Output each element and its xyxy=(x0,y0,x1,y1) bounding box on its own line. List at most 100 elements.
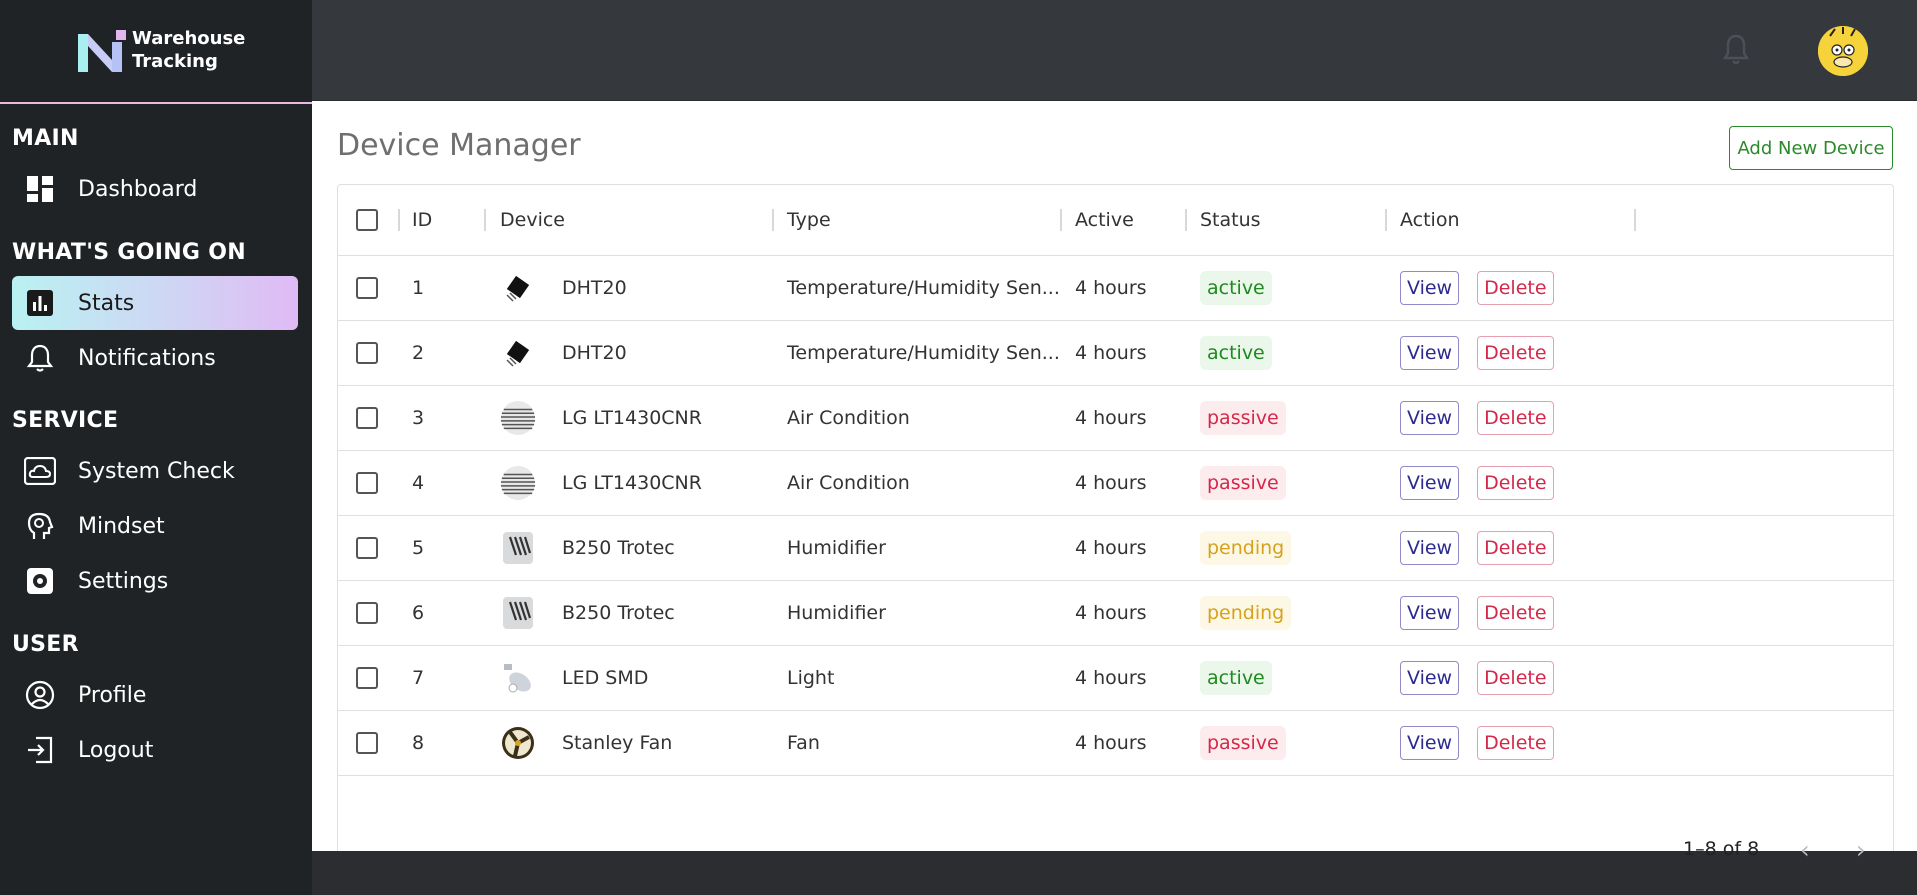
sidebar: Warehouse Tracking MAIN Dashboard WHAT'S… xyxy=(0,0,312,895)
cell-action: View Delete xyxy=(1400,450,1554,515)
row-checkbox[interactable] xyxy=(356,341,378,364)
main-content: Device Manager Add New Device ID Device … xyxy=(312,101,1917,884)
cell-type: Humidifier xyxy=(787,536,886,559)
table-row[interactable]: 1 DHT20 Temperature/Humidity Sen... 4 ho… xyxy=(338,255,1893,321)
table-row[interactable]: 4 LG LT1430CNR Air Condition 4 hours pas… xyxy=(338,450,1893,516)
chevron-left-icon[interactable]: ‹ xyxy=(1800,836,1810,864)
column-separator[interactable] xyxy=(1185,209,1187,231)
row-checkbox[interactable] xyxy=(356,276,378,299)
delete-button[interactable]: Delete xyxy=(1477,595,1554,630)
column-separator[interactable] xyxy=(772,209,774,231)
select-all-checkbox[interactable] xyxy=(356,209,378,231)
device-name: DHT20 xyxy=(562,341,627,364)
column-separator[interactable] xyxy=(1634,209,1636,231)
delete-button[interactable]: Delete xyxy=(1477,530,1554,565)
table-row[interactable]: 6 B250 Trotec Humidifier 4 hours pending… xyxy=(338,580,1893,646)
column-header-device[interactable]: Device xyxy=(500,185,565,255)
delete-button[interactable]: Delete xyxy=(1477,725,1554,760)
view-button[interactable]: View xyxy=(1400,270,1460,305)
device-thumbnail xyxy=(500,335,536,371)
head-gear-icon xyxy=(22,508,58,544)
row-select-cell xyxy=(356,580,378,645)
dashboard-icon xyxy=(22,171,58,207)
device-table: ID Device Type Active Status Action 1 DH… xyxy=(337,184,1894,884)
bar-chart-icon xyxy=(22,285,58,321)
cell-device: B250 Trotec xyxy=(500,515,675,580)
section-whats-going-on: WHAT'S GOING ON xyxy=(12,240,246,265)
cell-status: pending xyxy=(1200,515,1292,580)
column-header-status[interactable]: Status xyxy=(1200,185,1261,255)
row-checkbox[interactable] xyxy=(356,406,378,429)
device-name: LG LT1430CNR xyxy=(562,471,702,494)
row-checkbox[interactable] xyxy=(356,471,378,494)
view-button[interactable]: View xyxy=(1400,660,1460,695)
cell-active: 4 hours xyxy=(1075,536,1147,559)
column-separator[interactable] xyxy=(398,209,400,231)
view-button[interactable]: View xyxy=(1400,400,1460,435)
sidebar-item-settings[interactable]: Settings xyxy=(12,554,298,608)
sidebar-item-dashboard[interactable]: Dashboard xyxy=(12,162,298,216)
status-badge: passive xyxy=(1200,725,1286,760)
status-badge: active xyxy=(1200,660,1272,695)
sidebar-item-logout[interactable]: Logout xyxy=(12,723,298,777)
cell-device: Stanley Fan xyxy=(500,710,672,775)
sidebar-item-label: Mindset xyxy=(78,513,165,539)
sidebar-item-notifications[interactable]: Notifications xyxy=(12,331,298,385)
cell-action: View Delete xyxy=(1400,515,1554,580)
view-button[interactable]: View xyxy=(1400,465,1460,500)
table-row[interactable]: 2 DHT20 Temperature/Humidity Sen... 4 ho… xyxy=(338,320,1893,386)
column-header-active[interactable]: Active xyxy=(1075,185,1134,255)
add-new-device-button[interactable]: Add New Device xyxy=(1729,126,1893,170)
chevron-right-icon[interactable]: › xyxy=(1856,836,1866,864)
cell-id: 5 xyxy=(412,536,425,559)
cell-status: active xyxy=(1200,645,1272,710)
table-row[interactable]: 5 B250 Trotec Humidifier 4 hours pending… xyxy=(338,515,1893,581)
cell-active: 4 hours xyxy=(1075,471,1147,494)
delete-button[interactable]: Delete xyxy=(1477,335,1554,370)
sidebar-item-system-check[interactable]: System Check xyxy=(12,444,298,498)
topbar xyxy=(312,0,1917,100)
cell-status: active xyxy=(1200,255,1272,320)
avatar[interactable] xyxy=(1818,26,1868,76)
view-button[interactable]: View xyxy=(1400,595,1460,630)
sidebar-item-profile[interactable]: Profile xyxy=(12,668,298,722)
delete-button[interactable]: Delete xyxy=(1477,270,1554,305)
column-separator[interactable] xyxy=(1385,209,1387,231)
bell-icon[interactable] xyxy=(1722,32,1750,66)
row-checkbox[interactable] xyxy=(356,536,378,559)
row-checkbox[interactable] xyxy=(356,666,378,689)
table-row[interactable]: 3 LG LT1430CNR Air Condition 4 hours pas… xyxy=(338,385,1893,451)
column-header-action[interactable]: Action xyxy=(1400,185,1460,255)
row-select-cell xyxy=(356,385,378,450)
section-user: USER xyxy=(12,632,79,657)
cloud-icon xyxy=(22,453,58,489)
delete-button[interactable]: Delete xyxy=(1477,660,1554,695)
view-button[interactable]: View xyxy=(1400,335,1460,370)
row-checkbox[interactable] xyxy=(356,601,378,624)
sidebar-item-stats[interactable]: Stats xyxy=(12,276,298,330)
brand-line-1: Warehouse xyxy=(132,28,246,49)
device-name: Stanley Fan xyxy=(562,731,673,754)
sidebar-item-mindset[interactable]: Mindset xyxy=(12,499,298,553)
cell-device: LED SMD xyxy=(500,645,648,710)
view-button[interactable]: View xyxy=(1400,530,1460,565)
table-row[interactable]: 8 Stanley Fan Fan 4 hours passive View D… xyxy=(338,710,1893,776)
cell-type: Temperature/Humidity Sen... xyxy=(787,276,1060,299)
row-select-cell xyxy=(356,710,378,775)
cell-device: LG LT1430CNR xyxy=(500,450,702,515)
delete-button[interactable]: Delete xyxy=(1477,400,1554,435)
row-checkbox[interactable] xyxy=(356,731,378,754)
cell-id: 3 xyxy=(412,406,425,429)
view-button[interactable]: View xyxy=(1400,725,1460,760)
column-separator[interactable] xyxy=(1060,209,1062,231)
cell-id: 2 xyxy=(412,341,425,364)
cell-action: View Delete xyxy=(1400,710,1554,775)
column-separator[interactable] xyxy=(484,209,486,231)
column-header-type[interactable]: Type xyxy=(787,185,831,255)
delete-button[interactable]: Delete xyxy=(1477,465,1554,500)
gear-icon xyxy=(22,563,58,599)
column-header-id[interactable]: ID xyxy=(412,185,432,255)
row-select-cell xyxy=(356,450,378,515)
status-badge: active xyxy=(1200,335,1272,370)
table-row[interactable]: 7 LED SMD Light 4 hours active View Dele… xyxy=(338,645,1893,711)
